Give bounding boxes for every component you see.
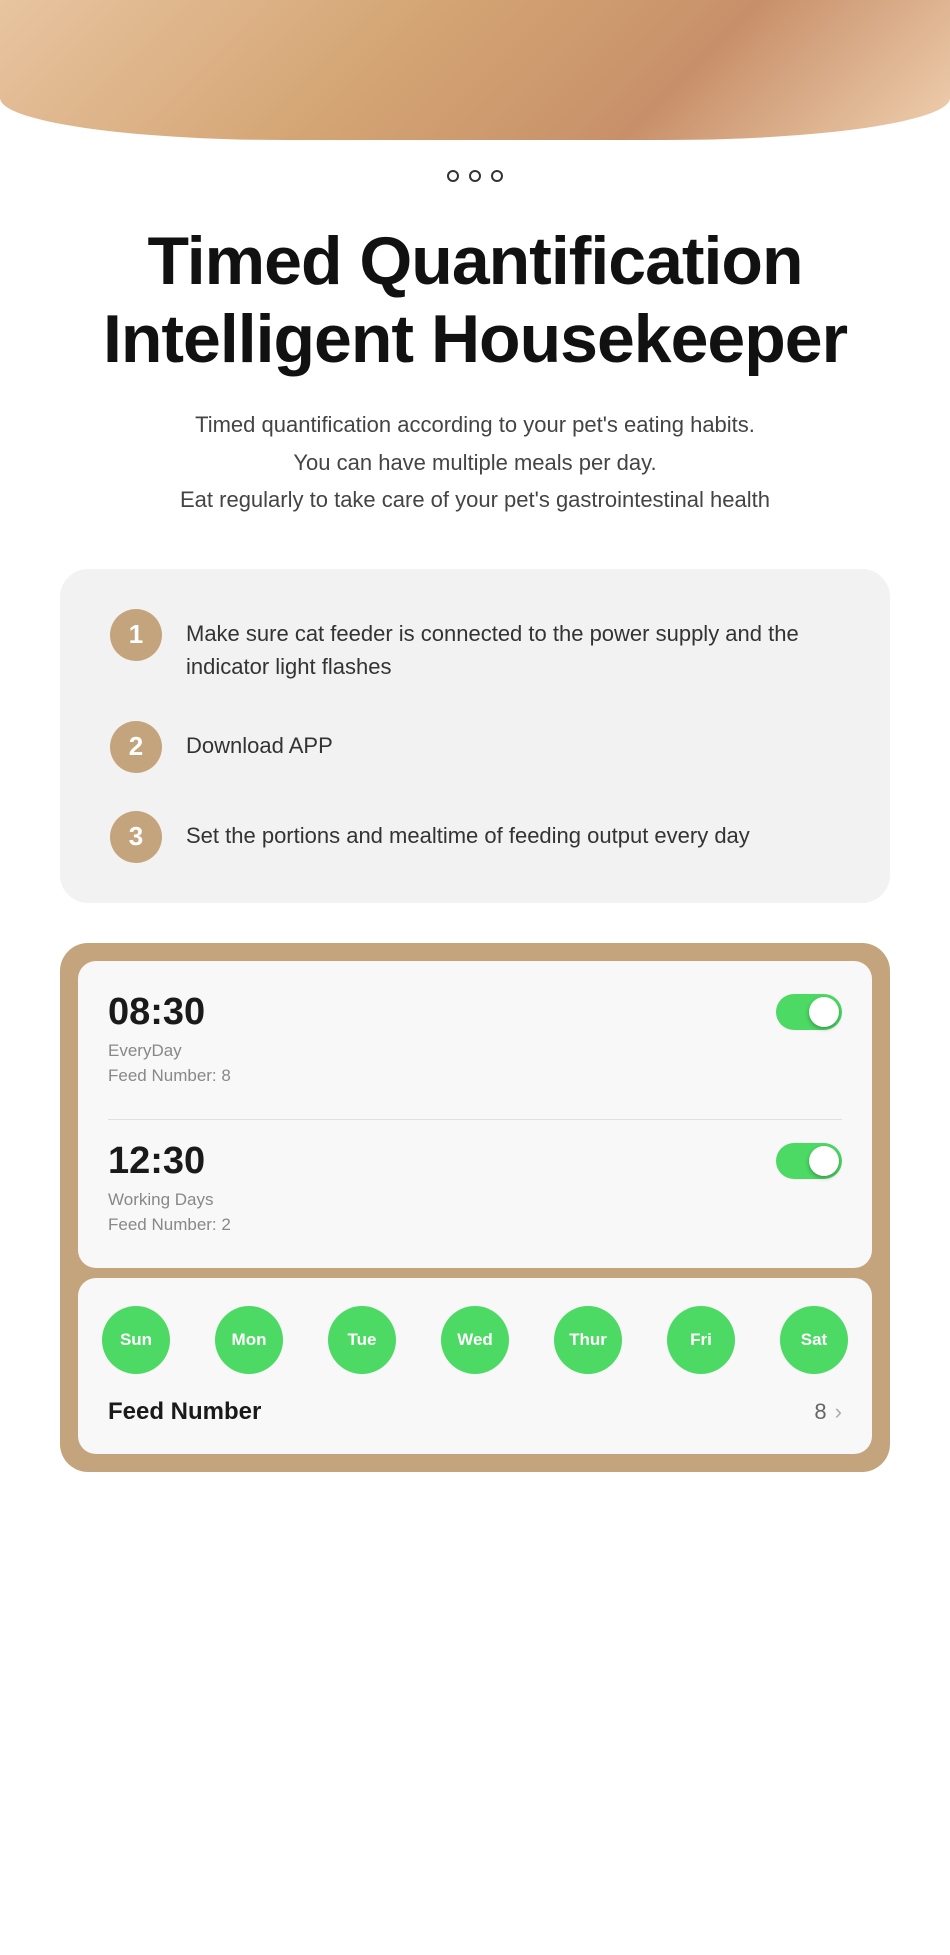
toggle-2[interactable] bbox=[776, 1143, 842, 1179]
toggle-knob-1 bbox=[809, 997, 839, 1027]
schedule-info-1: EveryDay Feed Number: 8 bbox=[108, 1038, 842, 1089]
toggle-knob-2 bbox=[809, 1146, 839, 1176]
hero-subtitle: Timed quantification according to your p… bbox=[60, 406, 890, 518]
top-hero-image bbox=[0, 0, 950, 140]
day-mon[interactable]: Mon bbox=[215, 1306, 283, 1374]
schedule-time-row-1: 08:30 bbox=[108, 991, 842, 1034]
schedule-time-2: 12:30 bbox=[108, 1140, 205, 1183]
day-sun[interactable]: Sun bbox=[102, 1306, 170, 1374]
page-indicator bbox=[0, 140, 950, 202]
dot-2[interactable] bbox=[469, 170, 481, 182]
step-number-1: 1 bbox=[110, 609, 162, 661]
app-card-wrapper: 08:30 EveryDay Feed Number: 8 12:30 Work… bbox=[60, 943, 890, 1472]
schedule-entry-2: 12:30 Working Days Feed Number: 2 bbox=[108, 1140, 842, 1238]
step-number-3: 3 bbox=[110, 811, 162, 863]
feed-number-value[interactable]: 8 › bbox=[814, 1399, 842, 1425]
step-item-2: 2 Download APP bbox=[110, 721, 840, 773]
day-fri[interactable]: Fri bbox=[667, 1306, 735, 1374]
schedule-time-row-2: 12:30 bbox=[108, 1140, 842, 1183]
day-sat[interactable]: Sat bbox=[780, 1306, 848, 1374]
schedule-card: 08:30 EveryDay Feed Number: 8 12:30 Work… bbox=[78, 961, 872, 1268]
schedule-time-1: 08:30 bbox=[108, 991, 205, 1034]
step-text-3: Set the portions and mealtime of feeding… bbox=[186, 811, 750, 852]
schedule-info-2: Working Days Feed Number: 2 bbox=[108, 1187, 842, 1238]
chevron-right-icon: › bbox=[835, 1399, 842, 1425]
step-text-1: Make sure cat feeder is connected to the… bbox=[186, 609, 840, 683]
dot-3[interactable] bbox=[491, 170, 503, 182]
day-tue[interactable]: Tue bbox=[328, 1306, 396, 1374]
day-thur[interactable]: Thur bbox=[554, 1306, 622, 1374]
schedule-entry-1: 08:30 EveryDay Feed Number: 8 bbox=[108, 991, 842, 1089]
step-number-2: 2 bbox=[110, 721, 162, 773]
step-item-3: 3 Set the portions and mealtime of feedi… bbox=[110, 811, 840, 863]
feed-number-label: Feed Number bbox=[108, 1398, 261, 1426]
bottom-spacer bbox=[0, 1472, 950, 1532]
toggle-1[interactable] bbox=[776, 994, 842, 1030]
days-row: Sun Mon Tue Wed Thur Fri Sat bbox=[102, 1306, 848, 1374]
steps-card: 1 Make sure cat feeder is connected to t… bbox=[60, 569, 890, 903]
day-wed[interactable]: Wed bbox=[441, 1306, 509, 1374]
step-text-2: Download APP bbox=[186, 721, 333, 762]
dot-1[interactable] bbox=[447, 170, 459, 182]
step-item-1: 1 Make sure cat feeder is connected to t… bbox=[110, 609, 840, 683]
hero-title: Timed Quantification Intelligent Houseke… bbox=[60, 222, 890, 378]
schedule-divider bbox=[108, 1119, 842, 1120]
hero-section: Timed Quantification Intelligent Houseke… bbox=[0, 202, 950, 529]
feed-number-row: Feed Number 8 › bbox=[102, 1398, 848, 1426]
days-card: Sun Mon Tue Wed Thur Fri Sat Feed Number… bbox=[78, 1278, 872, 1454]
